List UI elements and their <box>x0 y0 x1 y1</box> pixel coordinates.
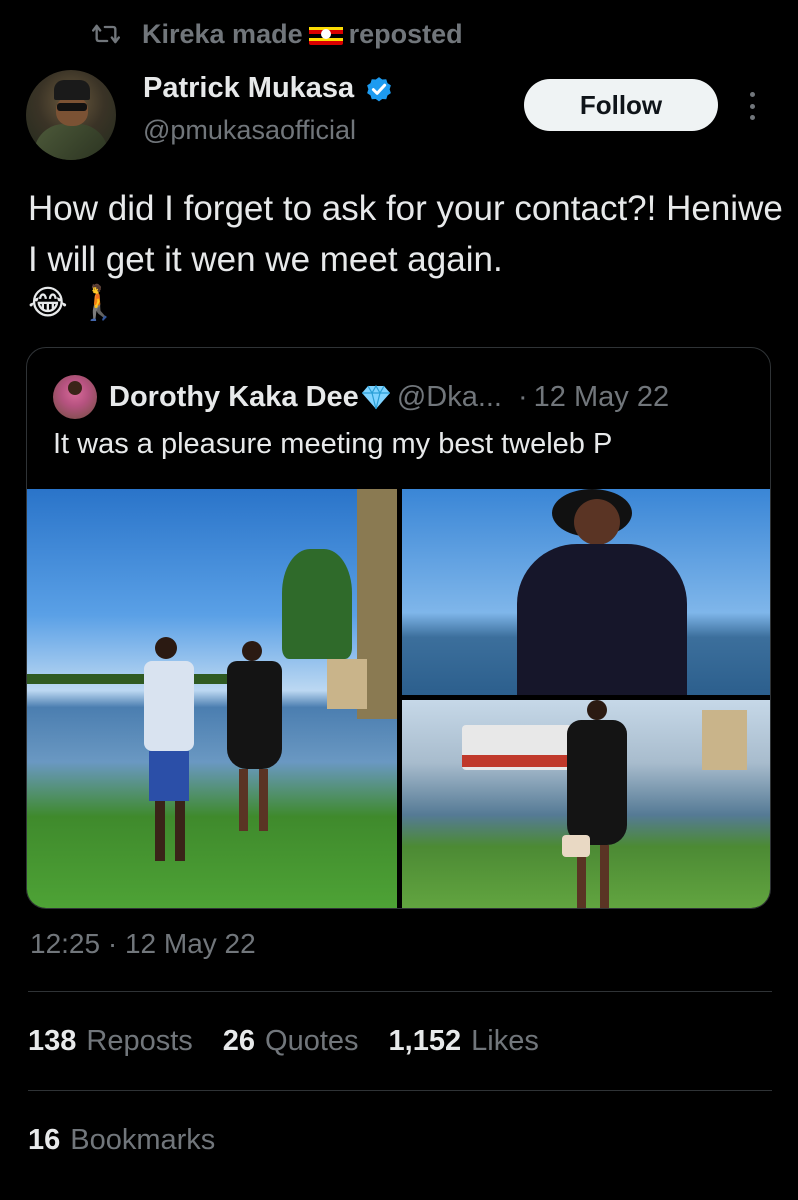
author-handle[interactable]: @pmukasaofficial <box>143 115 356 146</box>
author-name[interactable]: Patrick Mukasa <box>143 72 354 105</box>
author-avatar[interactable] <box>26 70 116 160</box>
quoted-tweet-text: It was a pleasure meeting my best tweleb… <box>53 428 613 460</box>
verified-badge-icon <box>367 76 392 101</box>
quoted-photo-1[interactable] <box>27 489 397 908</box>
laughing-emoji: 😂 <box>28 284 68 322</box>
likes-label[interactable]: Likes <box>471 1025 539 1058</box>
repost-context[interactable]: Kireka made reposted <box>92 14 463 54</box>
quoted-tweet[interactable]: Dorothy Kaka Dee @Dka... · 12 May 22 It … <box>26 347 771 909</box>
bookmarks-count[interactable]: 16 <box>28 1124 60 1157</box>
quotes-label[interactable]: Quotes <box>265 1025 359 1058</box>
divider <box>28 991 772 992</box>
more-options-icon[interactable] <box>740 88 764 124</box>
uganda-flag-icon <box>308 23 343 45</box>
quoted-author-handle[interactable]: @Dka... <box>397 381 502 414</box>
divider <box>28 1090 772 1091</box>
tweet-stats: 138 Reposts 26 Quotes 1,152 Likes <box>28 1025 569 1058</box>
quoted-photo-3[interactable] <box>402 700 770 908</box>
quoted-author-avatar[interactable] <box>53 375 97 419</box>
repost-suffix: reposted <box>348 18 463 49</box>
quoted-tweet-date[interactable]: 12 May 22 <box>534 381 669 414</box>
separator-dot: · <box>518 380 528 413</box>
quoted-author-name[interactable]: Dorothy Kaka Dee <box>109 381 359 414</box>
quoted-photo-2[interactable] <box>402 489 770 695</box>
repost-icon <box>92 24 120 44</box>
follow-button[interactable]: Follow <box>524 79 718 131</box>
walking-emoji: 🚶 <box>77 284 121 322</box>
tweet-timestamp[interactable]: 12:25 · 12 May 22 <box>30 928 256 960</box>
tweet-emojis: 😂 🚶 <box>28 283 120 323</box>
tweet-text: How did I forget to ask for your contact… <box>28 189 783 279</box>
reposts-count[interactable]: 138 <box>28 1025 76 1058</box>
repost-user[interactable]: Kireka made <box>142 19 303 50</box>
author-name-row[interactable]: Patrick Mukasa <box>143 72 394 105</box>
bookmarks-label[interactable]: Bookmarks <box>70 1124 215 1157</box>
likes-count[interactable]: 1,152 <box>389 1025 462 1058</box>
quotes-count[interactable]: 26 <box>223 1025 255 1058</box>
diamond-emoji-icon <box>361 384 390 410</box>
quoted-tweet-header: Dorothy Kaka Dee @Dka... · 12 May 22 <box>53 375 669 419</box>
reposts-label[interactable]: Reposts <box>86 1025 192 1058</box>
bookmarks-stat: 16 Bookmarks <box>28 1124 215 1157</box>
